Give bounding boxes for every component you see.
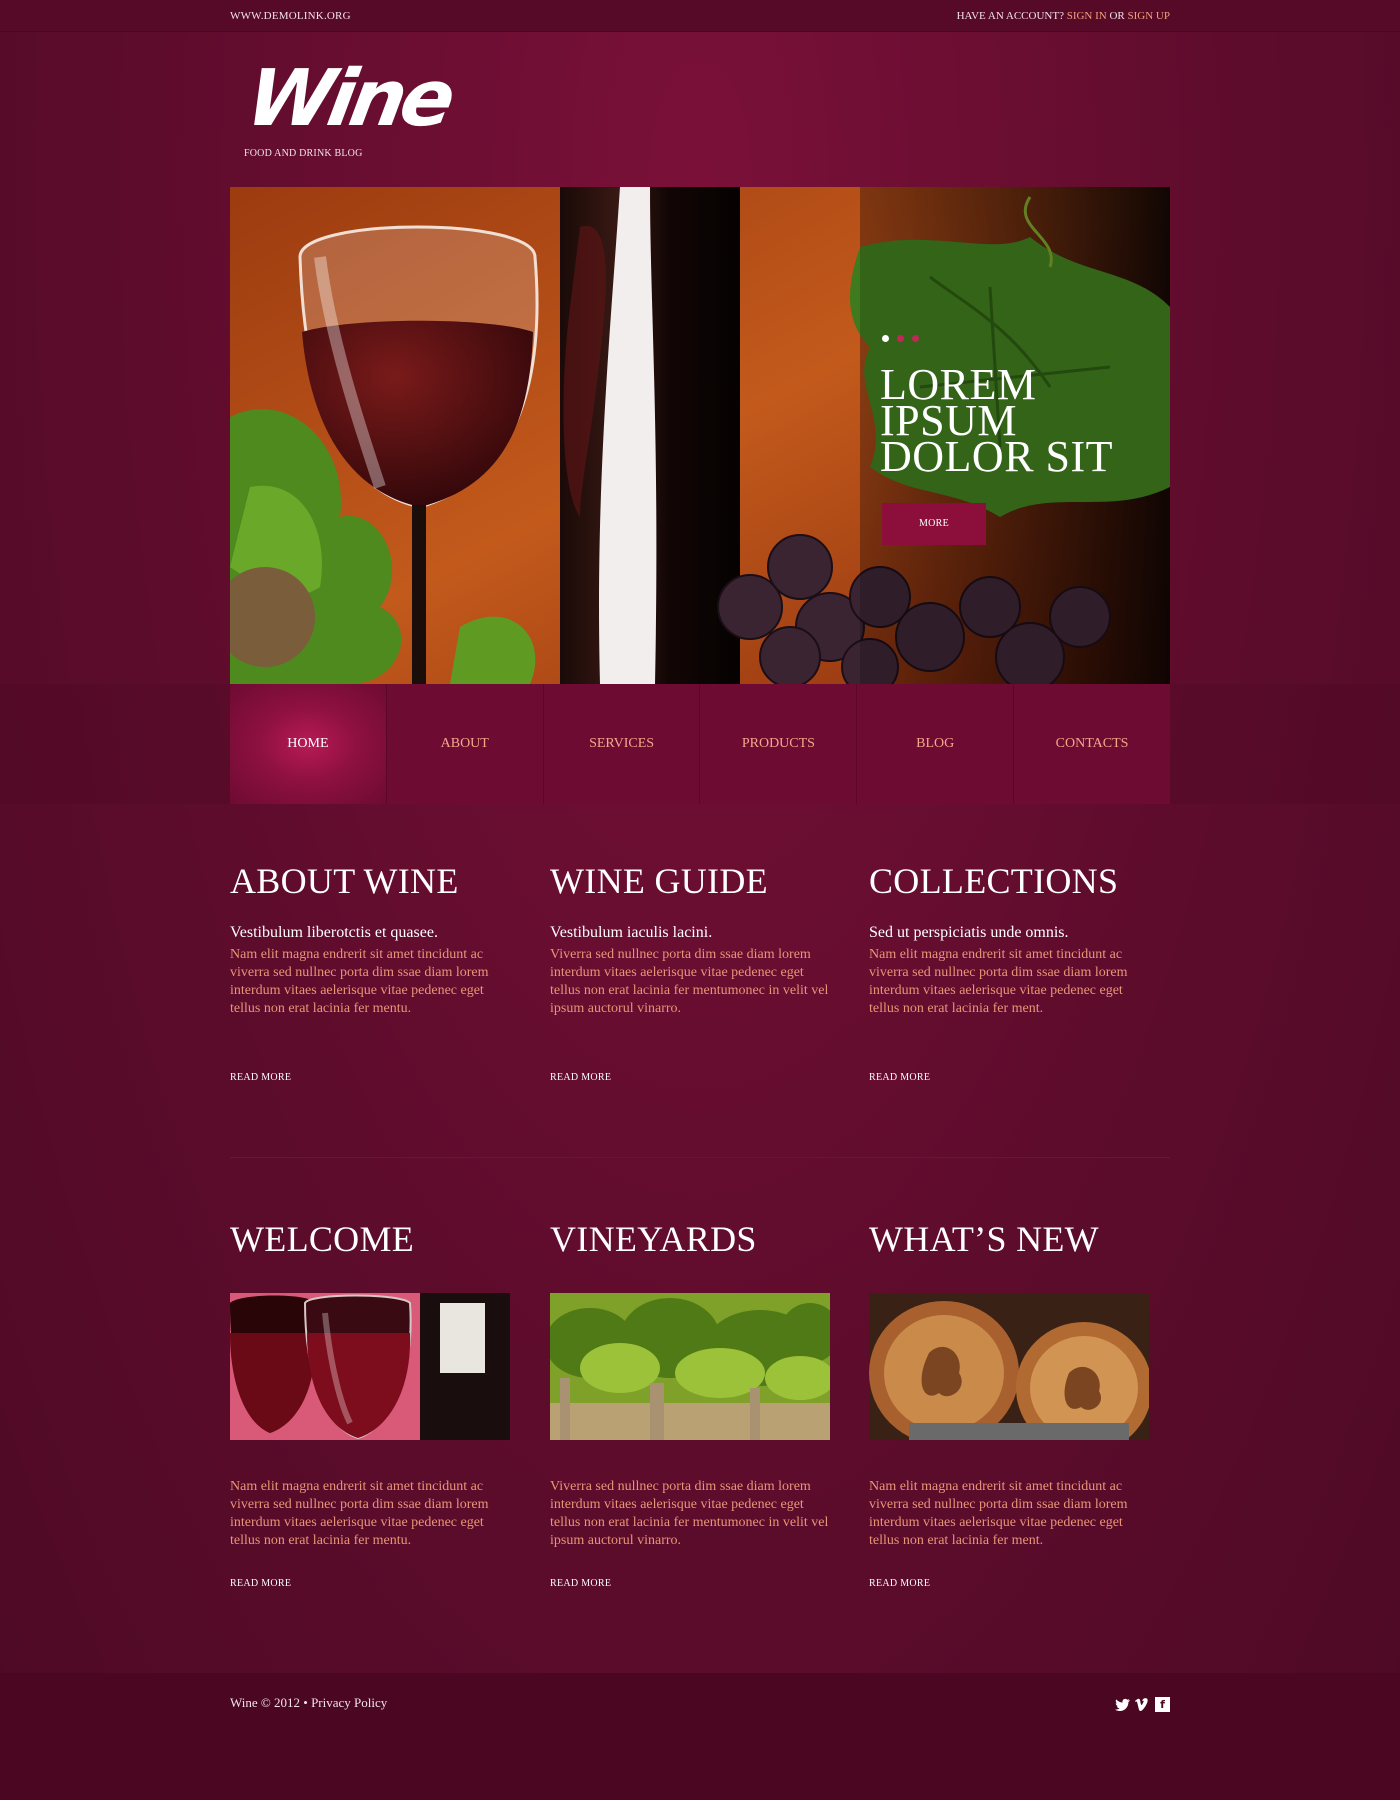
social-links: f (1115, 1697, 1170, 1712)
nav-item-contacts[interactable]: CONTACTS (1014, 684, 1170, 804)
wine-guide-column: WINE GUIDE Vestibulum iaculis lacini. Vi… (550, 860, 830, 1083)
logo-wordmark: Wine (240, 54, 458, 144)
sign-up-link[interactable]: SIGN UP (1128, 10, 1170, 22)
whats-new-column: WHAT’S NEW (869, 1218, 1149, 1260)
footer: Wine © 2012 • Privacy Policy f (0, 1673, 1400, 1800)
account-prompt: HAVE AN ACCOUNT? (956, 10, 1064, 22)
site-url-link[interactable]: WWW.DEMOLINK.ORG (230, 10, 351, 22)
nav-item-services[interactable]: SERVICES (544, 684, 701, 804)
read-more-link[interactable]: READ MORE (230, 1578, 291, 1589)
column-subtitle: Vestibulum iaculis lacini. (550, 924, 713, 941)
twitter-icon[interactable] (1115, 1697, 1130, 1712)
read-more-link[interactable]: READ MORE (869, 1072, 930, 1083)
slider-dot-1[interactable] (882, 335, 889, 342)
top-bar: WWW.DEMOLINK.ORG HAVE AN ACCOUNT? SIGN I… (0, 0, 1400, 32)
column-body: Viverra sed nullnec porta dim ssae diam … (550, 947, 829, 1016)
privacy-policy-link[interactable]: Privacy Policy (311, 1695, 387, 1710)
nav-item-about[interactable]: ABOUT (387, 684, 544, 804)
vineyards-text: Viverra sed nullnec porta dim ssae diam … (550, 1478, 830, 1589)
nav-item-home[interactable]: HOME (230, 684, 387, 804)
column-title: ABOUT WINE (230, 861, 459, 901)
footer-copyright: Wine © 2012 • Privacy Policy (230, 1695, 387, 1711)
or-text: OR (1109, 10, 1125, 22)
copyright-text: Wine © 2012 • (230, 1695, 308, 1710)
column-body: Nam elit magna endrerit sit amet tincidu… (869, 947, 1128, 1016)
column-body: Viverra sed nullnec porta dim ssae diam … (550, 1479, 829, 1548)
welcome-column: WELCOME (230, 1218, 510, 1260)
column-title: COLLECTIONS (869, 861, 1119, 901)
logo-tagline: FOOD AND DRINK BLOG (244, 148, 363, 159)
column-title: WINE GUIDE (550, 861, 768, 901)
slider-dot-3[interactable] (912, 335, 919, 342)
read-more-link[interactable]: READ MORE (550, 1072, 611, 1083)
whats-new-text: Nam elit magna endrerit sit amet tincidu… (869, 1478, 1149, 1589)
hero-title-line-3: DOLOR SIT (880, 432, 1114, 481)
column-subtitle: Sed ut perspiciatis unde omnis. (869, 924, 1069, 941)
vimeo-icon[interactable] (1135, 1697, 1150, 1712)
wine-barrels-image (869, 1293, 1149, 1440)
slider-dot-2[interactable] (897, 335, 904, 342)
vineyard-image (550, 1293, 830, 1440)
sign-in-link[interactable]: SIGN IN (1067, 10, 1107, 22)
read-more-link[interactable]: READ MORE (869, 1578, 930, 1589)
hero-slider: LOREM IPSUM DOLOR SIT MORE (230, 187, 1170, 684)
column-title: VINEYARDS (550, 1219, 757, 1259)
welcome-text: Nam elit magna endrerit sit amet tincidu… (230, 1478, 510, 1589)
wine-glasses-image (230, 1293, 510, 1440)
column-title: WELCOME (230, 1219, 415, 1259)
section-divider (230, 1157, 1170, 1158)
column-body: Nam elit magna endrerit sit amet tincidu… (230, 1479, 489, 1548)
facebook-icon[interactable]: f (1155, 1697, 1170, 1712)
column-body: Nam elit magna endrerit sit amet tincidu… (869, 1479, 1128, 1548)
account-links: HAVE AN ACCOUNT? SIGN IN OR SIGN UP (957, 10, 1170, 22)
about-wine-column: ABOUT WINE Vestibulum liberotctis et qua… (230, 860, 510, 1083)
main-nav: HOME ABOUT SERVICES PRODUCTS BLOG CONTAC… (230, 684, 1170, 804)
read-more-link[interactable]: READ MORE (230, 1072, 291, 1083)
read-more-link[interactable]: READ MORE (550, 1578, 611, 1589)
hero-more-button[interactable]: MORE (882, 503, 986, 545)
column-title: WHAT’S NEW (869, 1219, 1099, 1259)
collections-column: COLLECTIONS Sed ut perspiciatis unde omn… (869, 860, 1149, 1083)
vineyards-column: VINEYARDS (550, 1218, 830, 1260)
column-subtitle: Vestibulum liberotctis et quasee. (230, 924, 438, 941)
slider-pagination (882, 335, 919, 342)
nav-item-blog[interactable]: BLOG (857, 684, 1015, 804)
hero-title: LOREM IPSUM DOLOR SIT (880, 363, 1160, 481)
site-logo[interactable]: Wine FOOD AND DRINK BLOG (240, 54, 460, 162)
column-body: Nam elit magna endrerit sit amet tincidu… (230, 947, 489, 1016)
nav-item-products[interactable]: PRODUCTS (700, 684, 858, 804)
